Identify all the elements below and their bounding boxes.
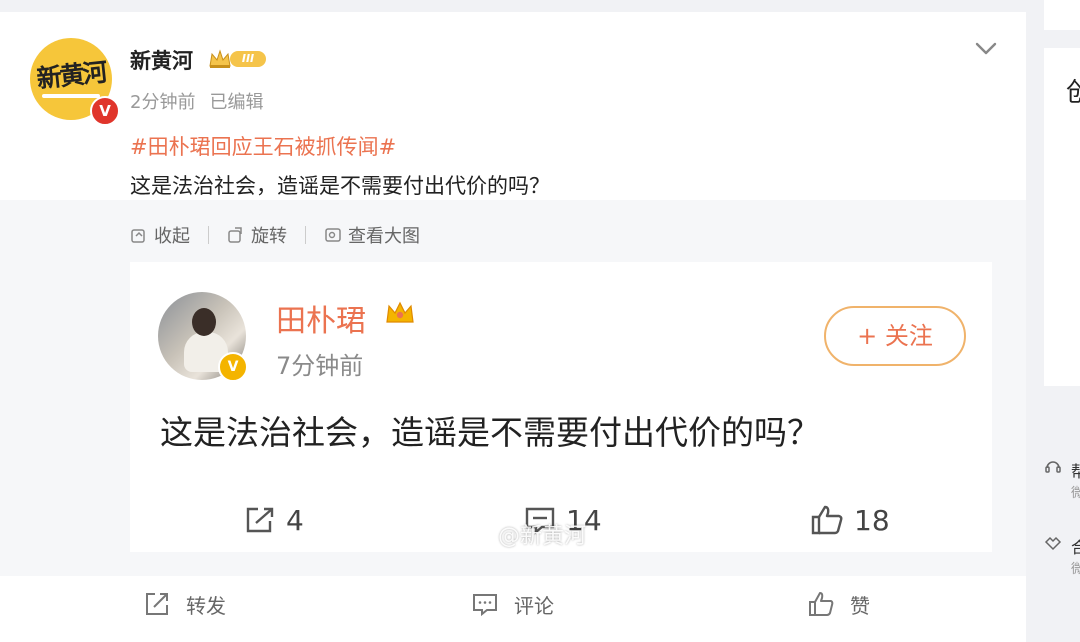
screenshot-like-value: 18 <box>854 503 890 537</box>
right-top-box <box>1044 0 1080 30</box>
crown-icon <box>209 49 231 68</box>
avatar-figure-head <box>192 308 216 336</box>
repost-button[interactable]: 转发 <box>144 590 226 618</box>
screenshot-like-count: 18 <box>810 500 890 540</box>
headset-icon <box>1045 461 1061 473</box>
comment-icon <box>473 594 497 617</box>
post-meta: 2分钟前 已编辑 <box>130 88 263 114</box>
rotate-label: 旋转 <box>251 226 287 247</box>
repost-icon <box>246 507 274 533</box>
screenshot-repost-count: 4 <box>244 500 304 540</box>
repost-icon <box>146 593 168 615</box>
toolbar-divider <box>305 226 306 244</box>
right-panel-title: 创 <box>1066 78 1080 108</box>
author-name[interactable]: 新黄河 <box>130 45 193 75</box>
sidebar-item-help-title: 帮 <box>1071 462 1080 481</box>
sidebar-item-coop-sub: 微 <box>1071 562 1080 577</box>
rotate-button[interactable]: 旋转 <box>227 222 287 248</box>
avatar-stripe <box>42 94 100 98</box>
screenshot-text: 这是法治社会，造谣是不需要付出代价的吗？ <box>160 413 820 452</box>
post-text: 这是法治社会，造谣是不需要付出代价的吗？ <box>130 174 550 198</box>
edited-label: 已编辑 <box>209 92 264 113</box>
follow-button: + 关注 <box>824 306 966 366</box>
screenshot-author-name: 田朴珺 <box>276 304 366 339</box>
right-sidebar: 创 帮 微 合 微 <box>1044 0 1080 630</box>
verified-icon: V <box>90 96 120 126</box>
comment-button[interactable]: 评论 <box>472 590 554 618</box>
rotate-icon <box>228 227 242 243</box>
comment-label: 评论 <box>514 593 554 618</box>
post-time[interactable]: 2分钟前 <box>130 92 195 113</box>
right-panel: 创 <box>1044 48 1080 386</box>
post-actions: 转发 评论 赞 <box>0 576 1026 630</box>
view-large-icon <box>325 228 341 242</box>
crown-icon <box>386 301 414 323</box>
collapse-icon <box>131 229 145 243</box>
view-large-button[interactable]: 查看大图 <box>324 222 420 248</box>
image-watermark: @新黄河 <box>498 524 587 549</box>
sidebar-item-coop[interactable]: 合 微 <box>1044 534 1080 584</box>
screenshot-time: 7分钟前 <box>276 352 364 380</box>
toolbar-divider <box>208 226 209 244</box>
sidebar-item-help[interactable]: 帮 微 <box>1044 458 1080 508</box>
sidebar-item-help-sub: 微 <box>1071 486 1080 501</box>
view-large-label: 查看大图 <box>348 226 420 247</box>
handshake-icon <box>1044 536 1062 551</box>
like-label: 赞 <box>850 593 870 618</box>
repost-label: 转发 <box>186 593 226 618</box>
topic-hashtag[interactable]: #田朴珺回应王石被抓传闻# <box>130 131 396 161</box>
screenshot-verified-icon: V <box>218 352 248 382</box>
like-icon <box>811 505 843 535</box>
image-toolbar: 收起 旋转 查看大图 <box>130 222 420 248</box>
like-button[interactable]: 赞 <box>808 590 870 618</box>
collapse-button[interactable]: 收起 <box>130 222 190 248</box>
member-badge[interactable]: III <box>208 48 268 70</box>
level-badge: III <box>230 51 266 67</box>
chevron-down-icon[interactable] <box>974 38 998 58</box>
avatar-logo: 新黄河 <box>35 57 107 94</box>
collapse-label: 收起 <box>154 226 190 247</box>
sidebar-item-coop-title: 合 <box>1071 538 1080 557</box>
like-icon <box>809 592 834 616</box>
screenshot-repost-value: 4 <box>286 503 304 537</box>
